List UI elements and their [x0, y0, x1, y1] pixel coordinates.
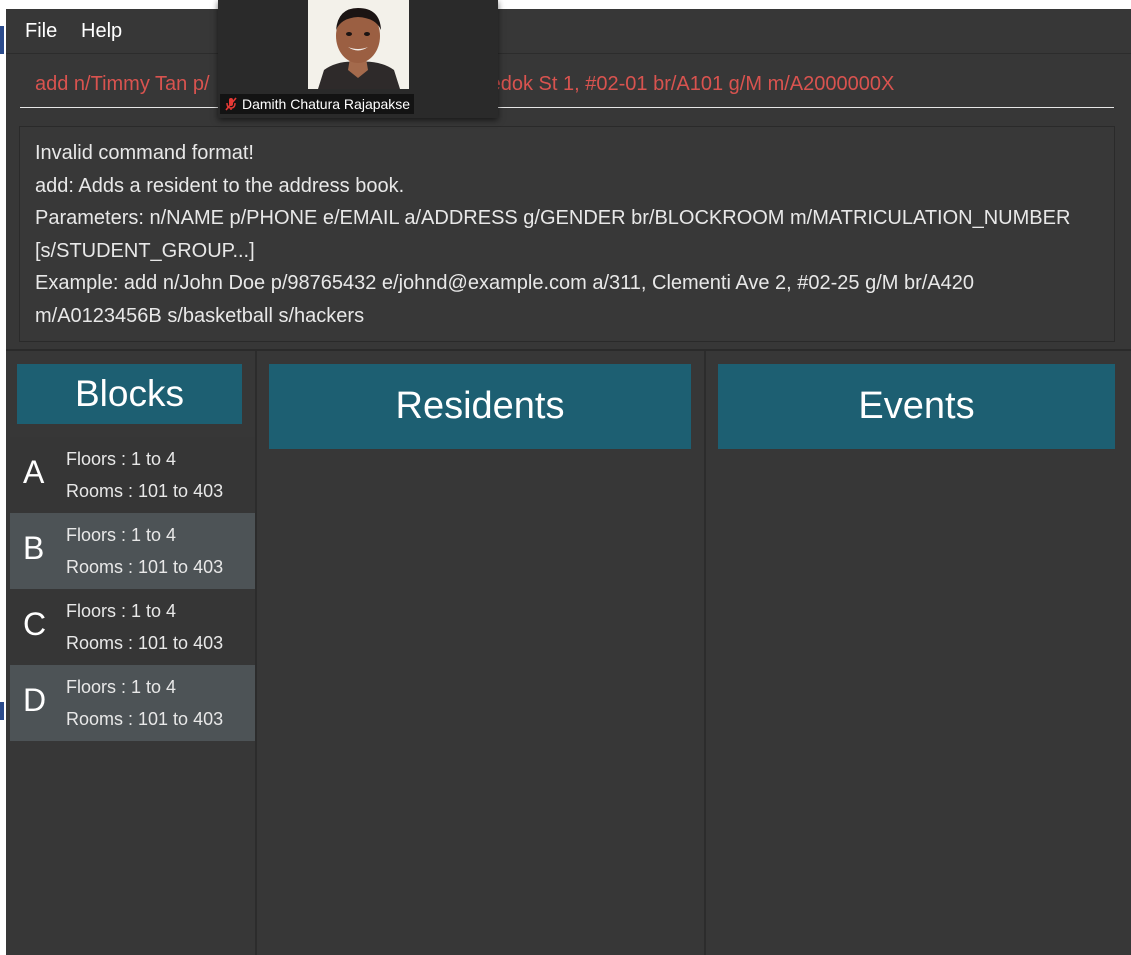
result-line: m/A0123456B s/basketball s/hackers — [35, 304, 365, 327]
block-rooms: Rooms : 101 to 403 — [66, 557, 224, 577]
block-rooms: Rooms : 101 to 403 — [66, 709, 224, 729]
residents-panel-title: Residents — [269, 364, 691, 449]
result-line: Invalid command format! — [35, 142, 254, 164]
background-fragment — [0, 702, 4, 720]
video-call-overlay[interactable]: Damith Chatura Rajapakse — [218, 0, 498, 118]
menu-bar: File Help — [6, 9, 1131, 53]
command-input[interactable] — [20, 62, 1114, 108]
block-list: A Floors : 1 to 4 Rooms : 101 to 403 B F… — [10, 437, 255, 741]
block-letter: A — [23, 454, 45, 490]
block-rooms: Rooms : 101 to 403 — [66, 481, 224, 501]
block-floors: Floors : 1 to 4 — [66, 449, 177, 469]
microphone-muted-icon — [225, 97, 237, 111]
result-line: Parameters: n/NAME p/PHONE e/EMAIL a/ADD… — [35, 207, 1071, 229]
command-box — [6, 53, 1131, 116]
menu-help[interactable]: Help — [81, 20, 122, 43]
result-line: [s/STUDENT_GROUP...] — [35, 239, 255, 262]
person-portrait-icon — [308, 0, 409, 89]
block-floors: Floors : 1 to 4 — [66, 601, 177, 621]
block-card-d[interactable]: D Floors : 1 to 4 Rooms : 101 to 403 — [10, 665, 255, 741]
block-letter: B — [23, 530, 45, 566]
column-divider[interactable] — [255, 351, 257, 955]
menu-file[interactable]: File — [25, 20, 57, 43]
participant-video — [308, 0, 409, 89]
blocks-panel-title: Blocks — [17, 364, 242, 424]
background-fragment — [0, 26, 4, 54]
block-card-c[interactable]: C Floors : 1 to 4 Rooms : 101 to 403 — [10, 589, 255, 665]
block-rooms: Rooms : 101 to 403 — [66, 633, 224, 653]
app-window: File Help Invalid command format! add: A… — [6, 9, 1131, 955]
block-letter: D — [23, 682, 47, 718]
block-letter: C — [23, 606, 47, 642]
column-divider[interactable] — [704, 351, 706, 955]
events-panel-title: Events — [718, 364, 1115, 449]
section-divider — [6, 349, 1131, 351]
result-line: Example: add n/John Doe p/98765432 e/joh… — [35, 272, 975, 294]
block-floors: Floors : 1 to 4 — [66, 677, 177, 697]
participant-name: Damith Chatura Rajapakse — [242, 96, 411, 112]
participant-name-label: Damith Chatura Rajapakse — [220, 94, 415, 114]
block-floors: Floors : 1 to 4 — [66, 525, 177, 545]
block-card-b[interactable]: B Floors : 1 to 4 Rooms : 101 to 403 — [10, 513, 255, 589]
block-card-a[interactable]: A Floors : 1 to 4 Rooms : 101 to 403 — [10, 437, 255, 513]
result-line: add: Adds a resident to the address book… — [35, 174, 405, 197]
result-display: Invalid command format! add: Adds a resi… — [19, 126, 1115, 342]
